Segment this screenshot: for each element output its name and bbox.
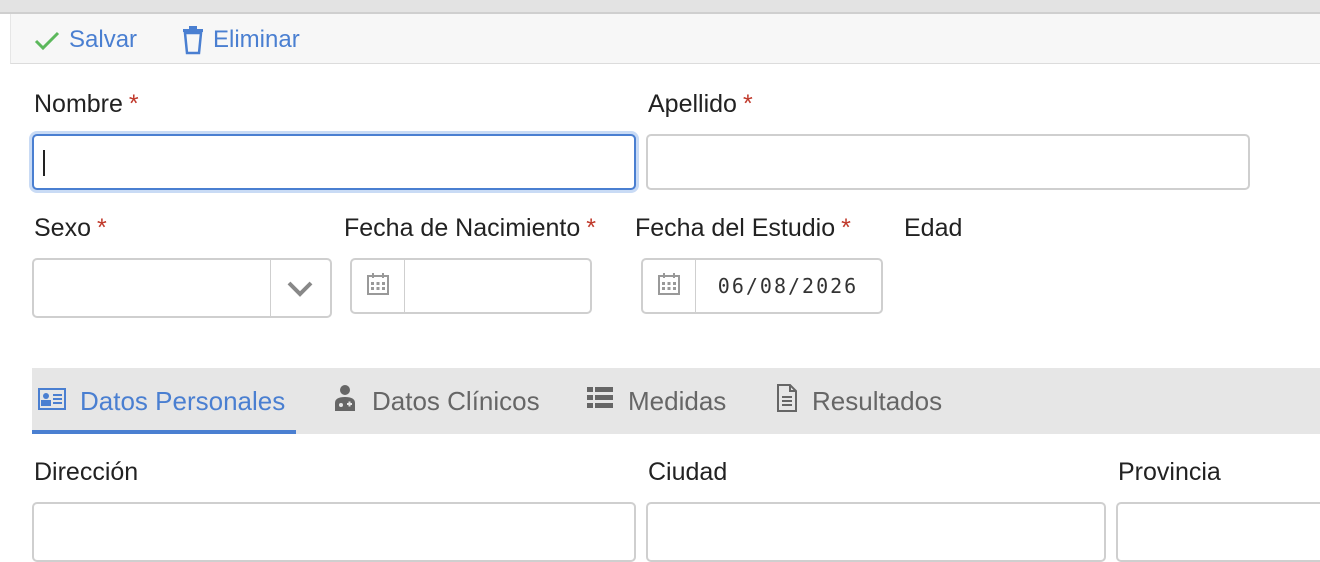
provincia-label: Provincia xyxy=(1118,458,1221,486)
ciudad-input[interactable] xyxy=(646,502,1106,562)
edad-label: Edad xyxy=(904,214,963,242)
sexo-select[interactable] xyxy=(32,258,332,318)
tab-datos-personales[interactable]: Datos Personales xyxy=(38,368,285,434)
toolbar: Salvar Eliminar xyxy=(10,14,1320,64)
trash-icon xyxy=(181,25,205,55)
select-divider xyxy=(270,260,271,316)
fecha-estudio-value: 06/08/2026 xyxy=(717,274,859,298)
delete-button-label: Eliminar xyxy=(213,26,300,53)
doctor-icon xyxy=(332,384,358,419)
direccion-label: Dirección xyxy=(34,458,139,486)
tab-bar: Datos Personales Datos Clínicos Medidas xyxy=(32,368,1320,434)
text-caret xyxy=(43,150,45,176)
document-icon xyxy=(776,383,798,419)
fecha-estudio-label: Fecha del Estudio * xyxy=(635,214,851,242)
required-marker: * xyxy=(586,214,596,242)
id-card-icon xyxy=(38,386,66,417)
tab-resultados[interactable]: Resultados xyxy=(776,368,942,434)
check-icon xyxy=(33,28,61,52)
required-marker: * xyxy=(841,214,851,242)
tab-label: Datos Clínicos xyxy=(372,385,540,416)
fecha-estudio-input[interactable]: 06/08/2026 xyxy=(641,258,883,314)
required-marker: * xyxy=(742,90,753,118)
tab-label: Medidas xyxy=(628,385,727,416)
tab-label: Resultados xyxy=(812,385,943,416)
calendar-icon xyxy=(657,272,681,301)
save-button[interactable]: Salvar xyxy=(33,24,137,56)
provincia-input[interactable] xyxy=(1116,502,1320,562)
tab-datos-clinicos[interactable]: Datos Clínicos xyxy=(332,368,540,434)
delete-button[interactable]: Eliminar xyxy=(181,24,300,56)
apellido-label: Apellido * xyxy=(648,90,753,118)
list-icon xyxy=(586,386,614,417)
ciudad-label: Ciudad xyxy=(648,458,728,486)
calendar-button[interactable] xyxy=(643,260,696,312)
nombre-label: Nombre * xyxy=(34,90,139,118)
apellido-input[interactable] xyxy=(646,134,1250,190)
required-marker: * xyxy=(96,214,107,242)
calendar-button[interactable] xyxy=(352,260,405,312)
chevron-down-icon[interactable] xyxy=(286,280,314,303)
fecha-nacimiento-input[interactable] xyxy=(350,258,592,314)
window-top-strip xyxy=(0,0,1320,14)
required-marker: * xyxy=(128,90,139,118)
active-tab-indicator xyxy=(32,430,296,434)
calendar-icon xyxy=(366,272,390,301)
tab-medidas[interactable]: Medidas xyxy=(586,368,726,434)
nombre-input[interactable] xyxy=(32,134,636,190)
sexo-label: Sexo * xyxy=(34,214,107,242)
direccion-input[interactable] xyxy=(32,502,636,562)
tab-label: Datos Personales xyxy=(80,385,286,416)
save-button-label: Salvar xyxy=(69,26,138,53)
fecha-nacimiento-label: Fecha de Nacimiento * xyxy=(344,214,596,242)
